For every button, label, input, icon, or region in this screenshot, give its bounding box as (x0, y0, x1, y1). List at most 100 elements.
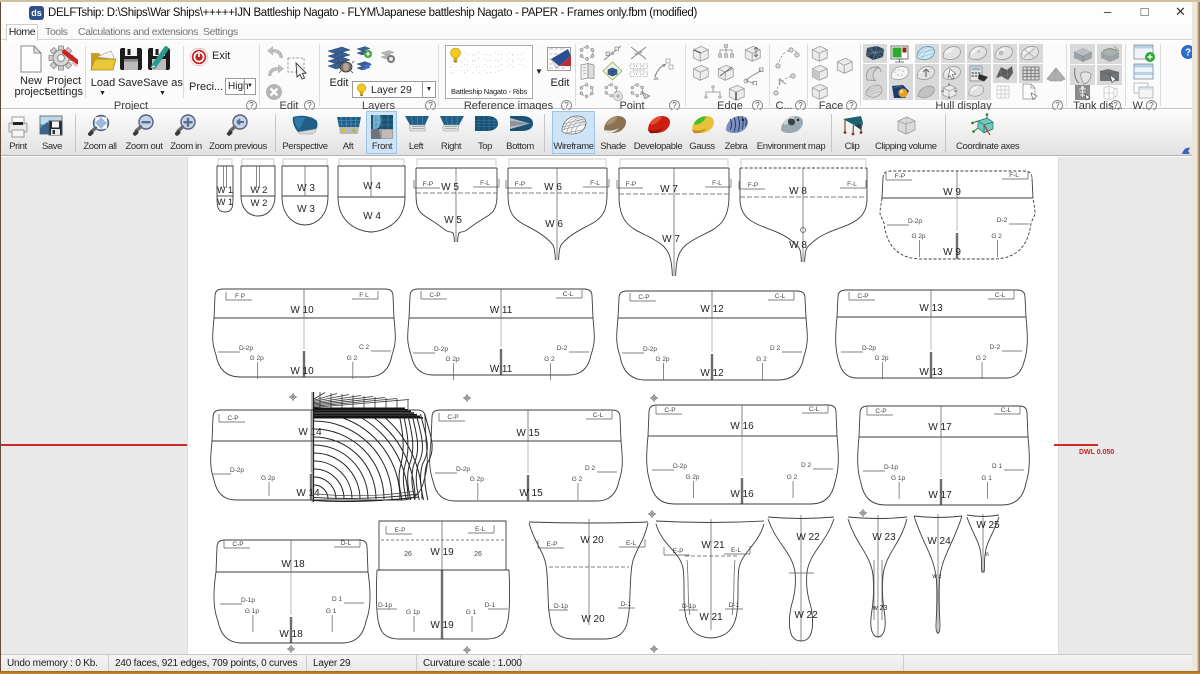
svg-text:W 7: W 7 (660, 184, 678, 195)
svg-text:W 20: W 20 (580, 535, 604, 546)
svg-text:F L: F L (359, 292, 369, 299)
svg-text:W 8: W 8 (789, 186, 807, 197)
svg-text:D-2p: D-2p (862, 345, 876, 352)
svg-text:F-P: F-P (626, 181, 636, 188)
svg-text:D-L: D-L (341, 540, 352, 547)
svg-text:D-1p: D-1p (682, 603, 696, 610)
svg-text:G 1p: G 1p (245, 608, 259, 615)
svg-text:D-1: D-1 (729, 602, 740, 609)
svg-text:W 22: W 22 (794, 610, 818, 621)
svg-text:C-P: C-P (447, 414, 458, 421)
svg-text:W 20: W 20 (581, 614, 605, 625)
svg-text:W 4: W 4 (363, 181, 381, 192)
svg-text:G 1: G 1 (466, 609, 477, 616)
svg-text:W 9: W 9 (943, 187, 961, 198)
svg-text:C-L: C-L (995, 292, 1006, 299)
svg-text:W 15: W 15 (519, 488, 543, 499)
svg-text:E-P: E-P (673, 548, 684, 555)
svg-text:W 13: W 13 (919, 367, 943, 378)
svg-text:D-2p: D-2p (908, 218, 922, 225)
svg-text:G 2p: G 2p (446, 356, 460, 363)
svg-text:G 2p: G 2p (655, 356, 669, 363)
svg-text:W 6: W 6 (545, 219, 563, 230)
svg-text:w 23: w 23 (872, 605, 888, 612)
svg-text:W 1: W 1 (217, 197, 233, 207)
svg-text:C-P: C-P (857, 293, 868, 300)
svg-text:26: 26 (474, 551, 482, 558)
svg-text:F-P: F-P (895, 173, 905, 180)
svg-text:W 6: W 6 (544, 182, 562, 193)
svg-text:W 10: W 10 (290, 366, 314, 377)
svg-text:F P: F P (235, 293, 245, 300)
svg-text:C 2: C 2 (359, 344, 370, 351)
svg-text:C-L: C-L (809, 406, 820, 413)
svg-text:C-P: C-P (664, 407, 675, 414)
svg-text:W 19: W 19 (430, 620, 454, 631)
svg-text:?: ? (1185, 48, 1191, 59)
svg-text:G 2p: G 2p (261, 475, 275, 482)
svg-text:G 2p: G 2p (250, 355, 264, 362)
svg-text:W 23: W 23 (872, 532, 896, 543)
svg-text:C-P: C-P (638, 294, 649, 301)
svg-text:D 2: D 2 (801, 462, 812, 469)
svg-text:F-L: F-L (847, 181, 857, 188)
svg-text:G 2: G 2 (976, 355, 987, 362)
svg-text:D-2p: D-2p (230, 467, 244, 474)
svg-text:F-P: F-P (515, 181, 525, 188)
svg-text:W 18: W 18 (281, 559, 305, 570)
svg-text:W 5: W 5 (441, 182, 459, 193)
svg-text:G 1p: G 1p (891, 475, 905, 482)
svg-text:G 2p: G 2p (470, 476, 484, 483)
svg-text:D-1p: D-1p (241, 597, 255, 604)
svg-text:26: 26 (404, 551, 412, 558)
svg-text:W 9: W 9 (943, 247, 961, 258)
svg-text:W 12: W 12 (700, 304, 724, 315)
svg-text:G 2: G 2 (544, 356, 555, 363)
svg-text:G 2p: G 2p (685, 474, 699, 481)
svg-text:W 1: W 1 (217, 185, 233, 195)
svg-text:C-P: C-P (429, 292, 440, 299)
svg-text:D 1: D 1 (332, 596, 343, 603)
svg-text:E-P: E-P (395, 527, 406, 534)
svg-text:D-1p: D-1p (554, 603, 568, 610)
svg-text:C-L: C-L (1001, 407, 1012, 414)
svg-text:E-L: E-L (731, 547, 742, 554)
svg-text:D-1: D-1 (621, 601, 632, 608)
svg-text:W 24: W 24 (927, 536, 951, 547)
svg-text:E-P: E-P (547, 541, 558, 548)
svg-text:F-P: F-P (423, 181, 433, 188)
svg-text:D-1p: D-1p (378, 602, 392, 609)
svg-text:W 7: W 7 (662, 234, 680, 245)
svg-text:C-P: C-P (232, 541, 243, 548)
svg-text:W 11: W 11 (490, 364, 513, 375)
svg-text:W 2: W 2 (251, 198, 268, 209)
svg-text:D-2p: D-2p (643, 346, 657, 353)
svg-text:W 17: W 17 (928, 490, 952, 501)
svg-text:W 25: W 25 (976, 520, 1000, 531)
svg-text:D-2p: D-2p (673, 463, 687, 470)
svg-text:W 3: W 3 (297, 204, 315, 215)
svg-text:W 3: W 3 (297, 183, 315, 194)
svg-text:F-L: F-L (480, 180, 490, 187)
svg-text:D-1: D-1 (485, 602, 496, 609)
svg-text:D-2p: D-2p (456, 466, 470, 473)
svg-text:W 2: W 2 (251, 185, 268, 196)
svg-text:D-2: D-2 (557, 345, 568, 352)
svg-text:G 2: G 2 (347, 355, 358, 362)
svg-text:W 4: W 4 (363, 211, 381, 222)
svg-text:D-1p: D-1p (884, 464, 898, 471)
svg-text:D-2: D-2 (997, 217, 1008, 224)
svg-text:C-P: C-P (875, 408, 886, 415)
svg-text:G 2p: G 2p (874, 355, 888, 362)
svg-text:F-P: F-P (748, 182, 758, 189)
svg-text:W 15: W 15 (516, 428, 540, 439)
svg-text:W 21: W 21 (699, 612, 723, 623)
svg-text:E-L: E-L (626, 540, 637, 547)
svg-text:G 1: G 1 (326, 608, 337, 615)
svg-text:W 13: W 13 (919, 303, 943, 314)
svg-text:W 8: W 8 (789, 240, 807, 251)
svg-text:G 2: G 2 (991, 233, 1002, 240)
svg-text:w x: w x (932, 574, 942, 580)
svg-text:G 2: G 2 (787, 474, 798, 481)
svg-text:C-P: C-P (227, 415, 238, 422)
